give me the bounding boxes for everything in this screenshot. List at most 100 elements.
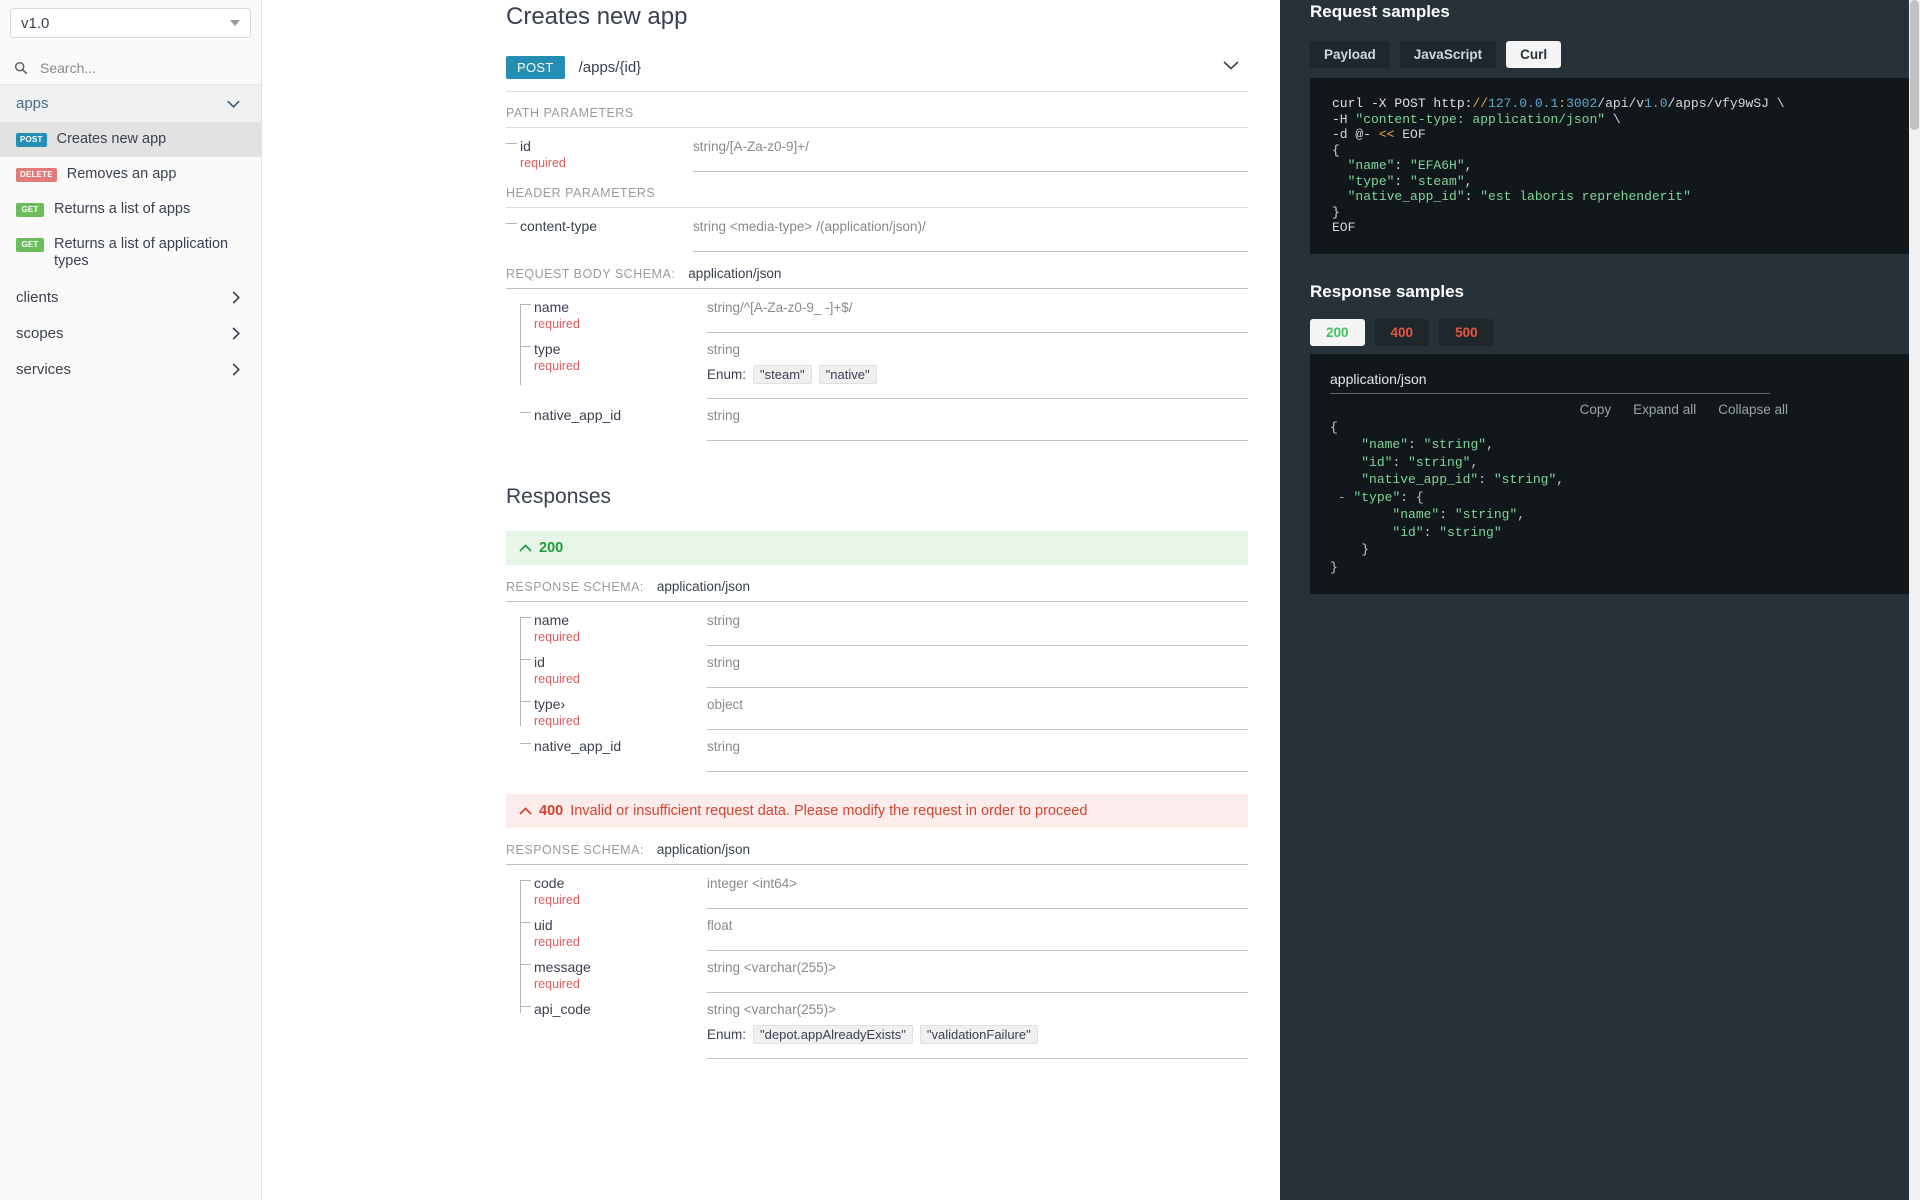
json-comma: ,: [1470, 454, 1479, 470]
search-row: [0, 51, 261, 85]
param-row: native_app_id string: [520, 730, 1248, 772]
sidebar-group-scopes[interactable]: scopes: [0, 315, 261, 351]
param-type-cell: string <media-type> /(application/json)/: [693, 218, 1248, 252]
curl-body-key: "name": [1347, 158, 1395, 173]
collapse-all-button[interactable]: Collapse all: [1718, 402, 1788, 417]
param-type-cell: string/^[A-Za-z0-9_ -]+$/: [707, 299, 1248, 333]
tree-branch-icon: [520, 743, 531, 744]
curl-colon-sep: :: [1394, 173, 1411, 189]
chevron-right-icon: [231, 362, 241, 377]
json-brace: }: [1361, 542, 1370, 557]
json-sep: :: [1408, 437, 1424, 452]
param-required-flag: required: [534, 630, 580, 644]
param-pattern: /^[A-Za-z0-9_ -]+$/: [740, 300, 853, 315]
curl-path-a: /api/v: [1597, 96, 1645, 111]
curl-line-continuation: \: [1776, 96, 1785, 111]
param-row: type required string Enum: "steam" "nati…: [520, 333, 1248, 399]
sidebar-group-label: services: [16, 360, 72, 378]
param-name-cell[interactable]: type› required: [520, 696, 707, 730]
scrollbar-thumb[interactable]: [1910, 0, 1919, 130]
curl-body-value: "est laboris reprehenderit": [1480, 189, 1691, 204]
tab-payload[interactable]: Payload: [1310, 41, 1390, 68]
page-scrollbar[interactable]: [1909, 0, 1920, 1200]
response-400-schema-label: RESPONSE SCHEMA: application/json: [506, 828, 1248, 865]
copy-button[interactable]: Copy: [1580, 402, 1612, 417]
param-name-cell: content-type: [506, 218, 693, 252]
schema-media-type: application/json: [688, 266, 782, 281]
endpoint-row: POST /apps/{id}: [506, 56, 1248, 92]
schema-media-type: application/json: [656, 579, 750, 594]
collapse-toggle-icon[interactable]: -: [1338, 490, 1346, 505]
sidebar-item-removes-an-app[interactable]: DELETE Removes an app: [0, 157, 261, 192]
json-sep: :: [1392, 454, 1409, 470]
sidebar-item-label: Returns a list of apps: [54, 201, 191, 217]
response-status-code: 400: [539, 803, 564, 819]
param-type: object: [707, 697, 744, 712]
curl-port: 3002: [1566, 96, 1598, 111]
param-row: content-type string <media-type> /(appli…: [506, 210, 1248, 252]
param-type-cell: string: [707, 407, 1248, 441]
param-row: id required string/[A-Za-z0-9]+/: [506, 130, 1248, 172]
param-name-cell: native_app_id: [520, 407, 707, 441]
curl-header-value: "content-type: application/json": [1355, 111, 1606, 127]
json-value: {: [1415, 489, 1424, 505]
tab-curl[interactable]: Curl: [1506, 41, 1562, 68]
chevron-up-icon: [519, 541, 532, 555]
curl-body-value: "EFA6H": [1410, 158, 1465, 173]
param-type: string: [707, 613, 741, 628]
json-value: "string": [1423, 437, 1487, 452]
response-samples-title: Response samples: [1310, 281, 1465, 301]
param-row: name required string/^[A-Za-z0-9_ -]+$/: [520, 291, 1248, 333]
api-version-select[interactable]: v1.0: [10, 8, 251, 38]
response-400-header[interactable]: 400 Invalid or insufficient request data…: [506, 794, 1248, 828]
json-sep: :: [1439, 507, 1455, 522]
tab-response-400[interactable]: 400: [1374, 318, 1430, 346]
path-parameters-label: PATH PARAMETERS: [506, 92, 1248, 128]
param-required-flag: required: [534, 977, 580, 991]
param-type: string: [707, 300, 741, 315]
enum-value: "steam": [753, 365, 812, 384]
curl-body-key: "type": [1347, 173, 1395, 189]
tree-branch-icon: [520, 701, 531, 702]
response-status-code: 200: [539, 540, 564, 556]
tab-javascript[interactable]: JavaScript: [1399, 41, 1497, 68]
curl-command: curl -X POST http:: [1332, 96, 1473, 111]
json-key: "type": [1353, 489, 1401, 505]
http-verb-badge: DELETE: [16, 168, 57, 182]
http-verb-badge: GET: [16, 238, 44, 252]
param-type-cell: string: [707, 654, 1248, 688]
request-samples-title: Request samples: [1310, 2, 1450, 21]
sidebar-item-returns-a-list-of-apps[interactable]: GET Returns a list of apps: [0, 192, 261, 227]
chevron-down-icon[interactable]: [1222, 58, 1240, 74]
sidebar: v1.0 apps POST Creates new app DELETE Re…: [0, 0, 262, 1200]
tree-branch-icon: [520, 346, 531, 347]
search-input[interactable]: [38, 58, 238, 77]
curl-comma: ,: [1464, 173, 1473, 189]
param-type: string <varchar(255)>: [707, 960, 837, 975]
param-enum-line: Enum: "steam" "native": [707, 365, 1248, 384]
expand-all-button[interactable]: Expand all: [1633, 402, 1696, 417]
tab-response-200[interactable]: 200: [1310, 318, 1365, 346]
curl-heredoc-op: <<: [1378, 127, 1395, 142]
param-required-flag: required: [534, 359, 580, 373]
endpoint-verb-badge: POST: [506, 56, 565, 79]
response-200-header[interactable]: 200: [506, 531, 1248, 565]
param-type: string <varchar(255)>: [707, 1002, 837, 1017]
curl-line-continuation: \: [1605, 111, 1621, 127]
tree-branch-icon: [520, 304, 531, 305]
chevron-right-icon[interactable]: ›: [560, 696, 565, 712]
tab-response-500[interactable]: 500: [1439, 318, 1494, 346]
param-name: name: [534, 612, 570, 628]
param-type-cell: string: [707, 612, 1248, 646]
param-name-cell: native_app_id: [520, 738, 707, 772]
json-comma: ,: [1556, 472, 1565, 487]
sidebar-item-creates-new-app[interactable]: POST Creates new app: [0, 122, 261, 157]
param-name: name: [534, 299, 570, 315]
param-type: integer <int64>: [707, 876, 798, 891]
sidebar-group-clients[interactable]: clients: [0, 279, 261, 315]
sidebar-item-returns-a-list-of-application-types[interactable]: GET Returns a list of application types: [0, 227, 261, 279]
curl-path-b: /apps/vfy9wSJ: [1667, 96, 1777, 111]
sidebar-group-apps[interactable]: apps: [0, 85, 261, 122]
samples-panel: Request samples Payload JavaScript Curl …: [1280, 0, 1920, 1200]
sidebar-group-services[interactable]: services: [0, 351, 261, 387]
